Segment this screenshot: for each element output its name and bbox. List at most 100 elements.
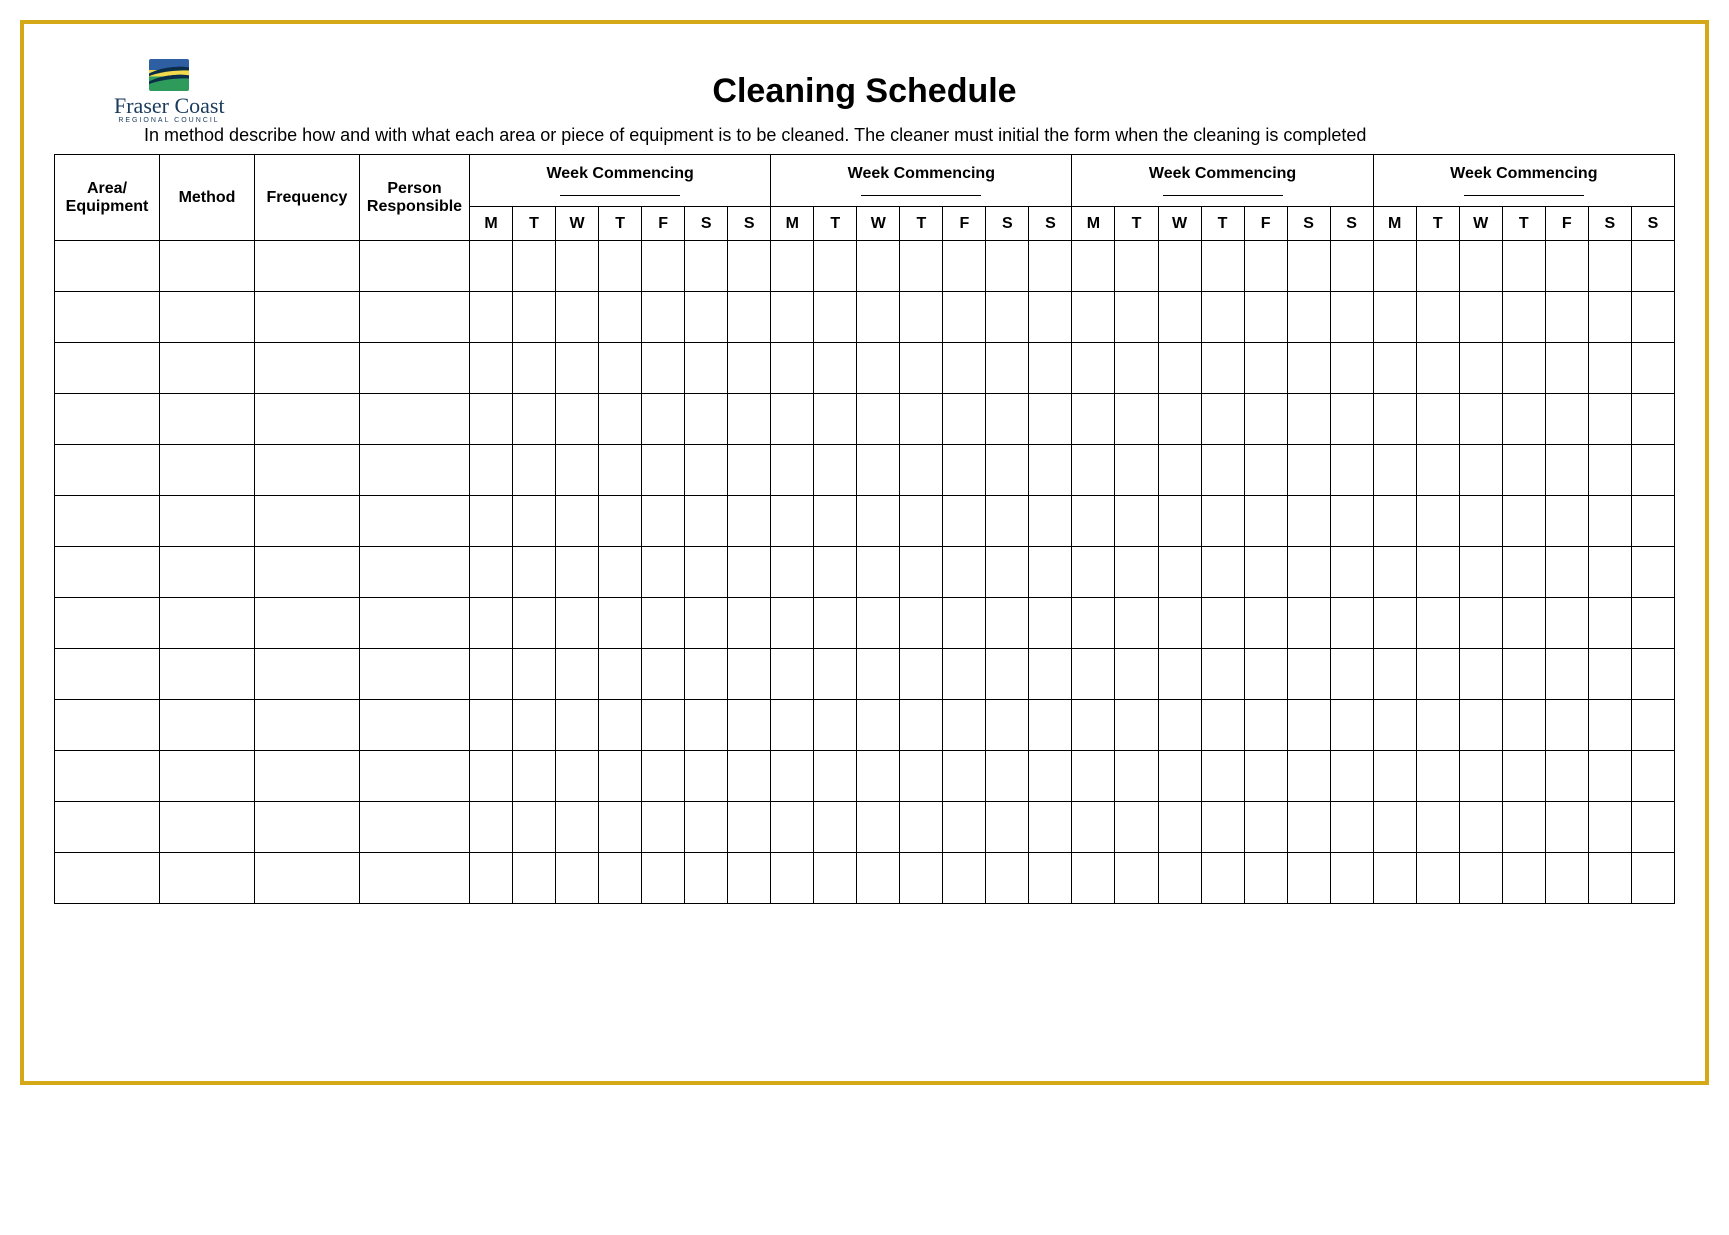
table-cell[interactable] [255,292,360,343]
table-cell[interactable] [1244,700,1287,751]
table-cell[interactable] [360,853,470,904]
table-cell[interactable] [1545,700,1588,751]
table-cell[interactable] [1115,445,1158,496]
table-cell[interactable] [986,853,1029,904]
table-cell[interactable] [556,598,599,649]
table-cell[interactable] [255,547,360,598]
table-cell[interactable] [556,241,599,292]
table-cell[interactable] [1588,547,1631,598]
table-cell[interactable] [255,394,360,445]
table-cell[interactable] [986,598,1029,649]
table-cell[interactable] [943,241,986,292]
table-cell[interactable] [1115,394,1158,445]
table-cell[interactable] [1115,598,1158,649]
table-cell[interactable] [642,394,685,445]
table-cell[interactable] [1631,853,1674,904]
table-cell[interactable] [1459,343,1502,394]
table-cell[interactable] [1029,802,1072,853]
table-cell[interactable] [814,700,857,751]
table-cell[interactable] [55,802,160,853]
table-cell[interactable] [1201,751,1244,802]
table-cell[interactable] [728,649,771,700]
table-cell[interactable] [1631,343,1674,394]
table-cell[interactable] [1502,394,1545,445]
table-cell[interactable] [1588,394,1631,445]
table-cell[interactable] [900,700,943,751]
table-cell[interactable] [1244,547,1287,598]
table-cell[interactable] [1158,343,1201,394]
table-cell[interactable] [814,445,857,496]
table-cell[interactable] [642,496,685,547]
table-cell[interactable] [986,700,1029,751]
table-cell[interactable] [1416,700,1459,751]
table-cell[interactable] [1373,292,1416,343]
table-cell[interactable] [1416,241,1459,292]
table-cell[interactable] [1631,598,1674,649]
table-cell[interactable] [360,343,470,394]
table-cell[interactable] [360,802,470,853]
table-cell[interactable] [1029,853,1072,904]
table-cell[interactable] [943,751,986,802]
table-cell[interactable] [900,853,943,904]
table-cell[interactable] [1631,649,1674,700]
table-cell[interactable] [360,700,470,751]
table-cell[interactable] [1244,598,1287,649]
table-cell[interactable] [1330,802,1373,853]
table-cell[interactable] [685,241,728,292]
table-cell[interactable] [1588,445,1631,496]
table-cell[interactable] [1459,547,1502,598]
table-cell[interactable] [1244,445,1287,496]
table-cell[interactable] [1416,394,1459,445]
table-cell[interactable] [255,751,360,802]
table-cell[interactable] [160,343,255,394]
table-cell[interactable] [814,292,857,343]
table-cell[interactable] [1072,700,1115,751]
table-cell[interactable] [943,547,986,598]
table-cell[interactable] [1287,496,1330,547]
table-cell[interactable] [857,496,900,547]
table-cell[interactable] [1330,343,1373,394]
table-cell[interactable] [360,496,470,547]
table-cell[interactable] [1115,292,1158,343]
table-cell[interactable] [1201,700,1244,751]
table-cell[interactable] [1416,649,1459,700]
table-cell[interactable] [1029,649,1072,700]
table-cell[interactable] [1244,751,1287,802]
table-cell[interactable] [1330,241,1373,292]
table-cell[interactable] [1244,853,1287,904]
table-cell[interactable] [728,445,771,496]
table-cell[interactable] [1545,853,1588,904]
table-cell[interactable] [900,445,943,496]
table-cell[interactable] [943,598,986,649]
table-cell[interactable] [1072,292,1115,343]
table-cell[interactable] [55,343,160,394]
table-cell[interactable] [556,547,599,598]
table-cell[interactable] [1502,496,1545,547]
table-cell[interactable] [1373,241,1416,292]
table-cell[interactable] [943,292,986,343]
table-cell[interactable] [771,292,814,343]
table-cell[interactable] [814,496,857,547]
table-cell[interactable] [556,343,599,394]
table-cell[interactable] [1158,751,1201,802]
table-cell[interactable] [556,700,599,751]
table-cell[interactable] [1502,445,1545,496]
table-cell[interactable] [360,241,470,292]
table-cell[interactable] [1158,292,1201,343]
table-cell[interactable] [1158,241,1201,292]
table-cell[interactable] [255,853,360,904]
table-cell[interactable] [771,802,814,853]
table-cell[interactable] [160,445,255,496]
table-cell[interactable] [857,700,900,751]
table-cell[interactable] [814,394,857,445]
table-cell[interactable] [55,496,160,547]
table-cell[interactable] [1502,853,1545,904]
table-cell[interactable] [771,700,814,751]
table-cell[interactable] [857,241,900,292]
table-cell[interactable] [685,547,728,598]
table-cell[interactable] [1115,751,1158,802]
table-cell[interactable] [1244,292,1287,343]
table-cell[interactable] [857,598,900,649]
table-cell[interactable] [513,292,556,343]
table-cell[interactable] [1158,700,1201,751]
